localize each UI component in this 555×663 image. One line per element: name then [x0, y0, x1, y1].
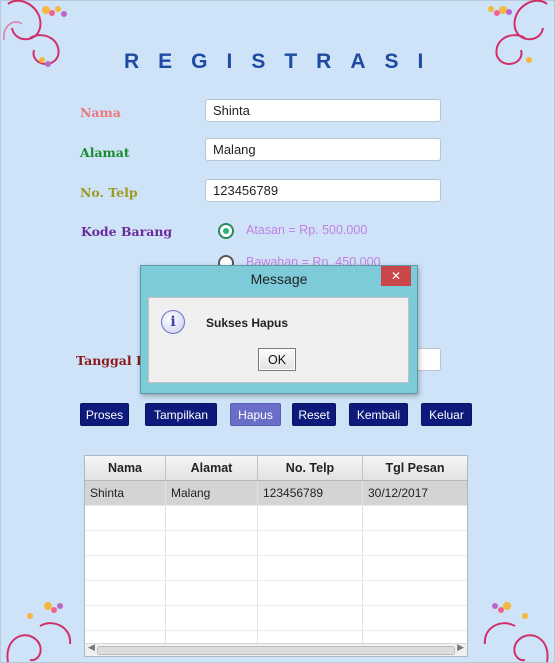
table-cell — [166, 606, 258, 630]
proses-button[interactable]: Proses — [80, 403, 129, 426]
table-row[interactable] — [85, 531, 467, 556]
table-cell — [85, 606, 166, 630]
corner-decoration-bottom-right — [483, 602, 549, 663]
horizontal-scrollbar[interactable]: ◀ ▶ — [85, 643, 467, 656]
table-cell — [258, 506, 363, 530]
table-cell — [258, 581, 363, 605]
column-header-alamat[interactable]: Alamat — [166, 456, 258, 480]
reset-button[interactable]: Reset — [292, 403, 336, 426]
hapus-button[interactable]: Hapus — [230, 403, 281, 426]
table-cell — [85, 581, 166, 605]
scroll-right-icon[interactable]: ▶ — [457, 643, 464, 653]
table-cell — [85, 506, 166, 530]
table-cell — [363, 581, 467, 605]
keluar-button[interactable]: Keluar — [421, 403, 472, 426]
column-header-telp[interactable]: No. Telp — [258, 456, 363, 480]
table-cell — [363, 506, 467, 530]
radio-atasan[interactable] — [218, 223, 234, 239]
table-cell — [166, 556, 258, 580]
table-cell — [363, 556, 467, 580]
table-row[interactable] — [85, 556, 467, 581]
corner-decoration-top-left — [3, 0, 67, 67]
table-row[interactable]: Shinta Malang 123456789 30/12/2017 — [85, 481, 467, 506]
info-icon: i — [161, 310, 185, 334]
tanggal-label: Tanggal P — [76, 353, 146, 368]
alamat-label: Alamat — [80, 145, 130, 160]
corner-decoration-top-right — [488, 0, 548, 65]
table-row[interactable] — [85, 506, 467, 531]
message-dialog: Message ✕ i Sukses Hapus OK — [140, 265, 418, 394]
alamat-field[interactable]: Malang — [205, 138, 441, 161]
telp-field[interactable]: 123456789 — [205, 179, 441, 202]
kode-barang-label: Kode Barang — [81, 224, 173, 239]
table-cell — [258, 556, 363, 580]
table-cell — [258, 606, 363, 630]
table-row[interactable] — [85, 581, 467, 606]
nama-label: Nama — [80, 105, 121, 120]
table-cell — [363, 531, 467, 555]
column-header-nama[interactable]: Nama — [85, 456, 166, 480]
radio-atasan-label[interactable]: Atasan = Rp. 500.000 — [246, 223, 367, 237]
dialog-body: i Sukses Hapus OK — [148, 297, 409, 383]
telp-label: No. Telp — [80, 185, 138, 200]
tampilkan-button[interactable]: Tampilkan — [145, 403, 217, 426]
table-row[interactable] — [85, 606, 467, 631]
table-cell — [258, 531, 363, 555]
table-cell — [363, 606, 467, 630]
table-cell — [166, 531, 258, 555]
page-title: REGISTRASI — [124, 50, 443, 73]
table-cell — [85, 556, 166, 580]
nama-field[interactable]: Shinta — [205, 99, 441, 122]
table-cell: Malang — [166, 481, 258, 505]
ok-button[interactable]: OK — [258, 348, 296, 371]
table-cell: 123456789 — [258, 481, 363, 505]
table-cell — [85, 531, 166, 555]
column-header-tgl-pesan[interactable]: Tgl Pesan — [363, 456, 467, 480]
data-table[interactable]: Nama Alamat No. Telp Tgl Pesan Shinta Ma… — [84, 455, 468, 657]
table-header: Nama Alamat No. Telp Tgl Pesan — [85, 456, 467, 481]
close-icon: ✕ — [390, 269, 402, 283]
close-button[interactable]: ✕ — [381, 266, 411, 286]
scroll-left-icon[interactable]: ◀ — [88, 643, 95, 653]
dialog-title: Message — [250, 271, 308, 287]
table-cell — [166, 581, 258, 605]
dialog-message: Sukses Hapus — [206, 316, 289, 330]
table-cell: 30/12/2017 — [368, 486, 429, 500]
table-cell: Shinta — [85, 481, 166, 505]
scrollbar-thumb[interactable] — [97, 646, 455, 655]
kembali-button[interactable]: Kembali — [349, 403, 408, 426]
table-cell — [166, 506, 258, 530]
